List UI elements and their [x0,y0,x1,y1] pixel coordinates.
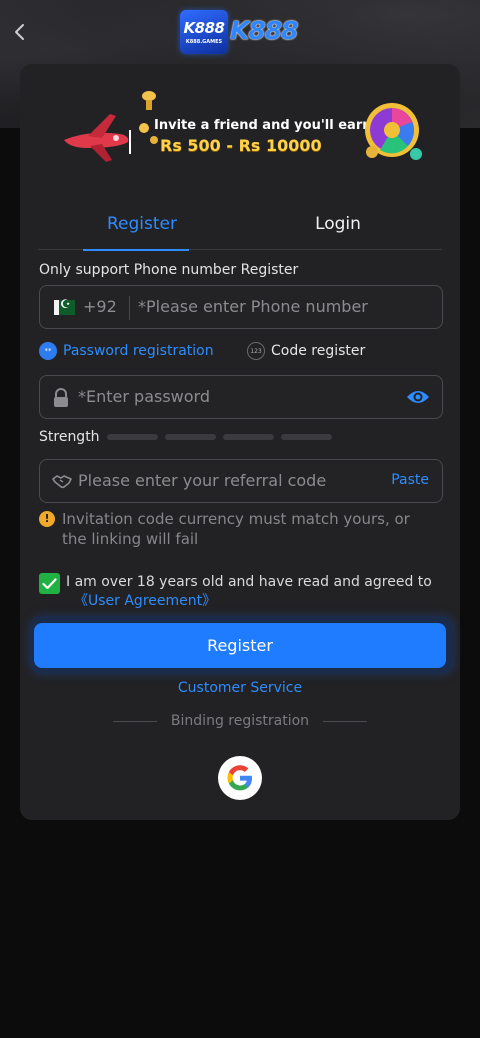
agreement-row: I am over 18 years old and have read and… [39,573,443,611]
password-input[interactable]: *Enter password [78,387,210,406]
agreement-statement: I am over 18 years old and have read and… [66,574,432,590]
promo-banner[interactable]: Invite a friend and you'll earn Rs 500 -… [58,86,424,178]
prize-wheel-icon [365,103,422,160]
notice-text: Invitation code currency must match your… [62,510,410,548]
option-password-registration[interactable]: ** Password registration [39,342,214,360]
dial-code: +92 [83,297,117,316]
lock-icon [54,388,68,407]
strength-bar [222,434,274,440]
back-button[interactable] [8,16,32,48]
header: K888 K888.GAMES K888 [0,0,480,64]
referral-notice: ! Invitation code currency must match yo… [39,509,439,549]
password-strength: Strength [39,429,339,445]
referral-input[interactable]: Please enter your referral code [78,471,326,490]
logo-text: K888 [230,16,299,45]
required-mark: * [78,387,86,406]
binding-label: Binding registration [170,713,310,729]
user-agreement-link[interactable]: 《User Agreement》 [74,593,216,609]
agreement-text: I am over 18 years old and have read and… [66,573,432,611]
paste-button[interactable]: Paste [391,472,429,488]
tab-login[interactable]: Login [234,204,442,250]
handshake-icon [52,475,72,489]
logo-badge-subtext: K888.GAMES [185,39,223,45]
option-password-label: Password registration [63,343,214,359]
logo-badge: K888 K888.GAMES [180,10,228,54]
registration-options: ** Password registration 123 Code regist… [39,342,443,364]
checkmark-icon [42,577,57,589]
option-code-label: Code register [271,343,366,359]
field-divider [129,296,130,320]
google-icon [227,765,252,791]
auth-tabs: Register Login [38,204,442,251]
agreement-checkbox[interactable] [39,573,60,594]
phone-field[interactable]: +92 *Please enter Phone number [39,285,443,329]
referral-field[interactable]: Please enter your referral code Paste [39,459,443,503]
strength-bar [280,434,332,440]
option-code-register[interactable]: 123 Code register [247,342,365,360]
eye-icon[interactable] [406,387,430,407]
register-button[interactable]: Register [34,623,446,668]
warning-icon: ! [39,511,55,527]
coins-icon [139,91,158,144]
divider-line [323,720,368,722]
airplane-icon [64,114,131,162]
password-field[interactable]: *Enter password [39,375,443,419]
customer-service-link[interactable]: Customer Service [20,680,460,696]
chevron-left-icon [15,24,24,40]
tab-register[interactable]: Register [38,204,246,251]
google-login-button[interactable] [218,756,262,800]
binding-divider: Binding registration [20,713,460,729]
phone-placeholder: Please enter Phone number [146,297,368,316]
password-placeholder: Enter password [86,387,210,406]
required-mark: * [138,297,146,316]
register-card: Invite a friend and you'll earn Rs 500 -… [20,64,460,820]
phone-label: Only support Phone number Register [39,262,299,278]
banner-headline: Invite a friend and you'll earn [154,118,372,133]
pakistan-flag-icon [54,297,75,315]
strength-bar [164,434,216,440]
code-mode-icon: 123 [247,342,265,360]
logo-badge-text: K888 [183,19,225,37]
banner-amount: Rs 500 - Rs 10000 [160,136,322,155]
strength-label: Strength [39,429,100,445]
phone-input[interactable]: *Please enter Phone number [138,297,368,316]
divider-line [112,720,157,722]
strength-bar [106,434,158,440]
password-mode-icon: ** [39,342,57,360]
